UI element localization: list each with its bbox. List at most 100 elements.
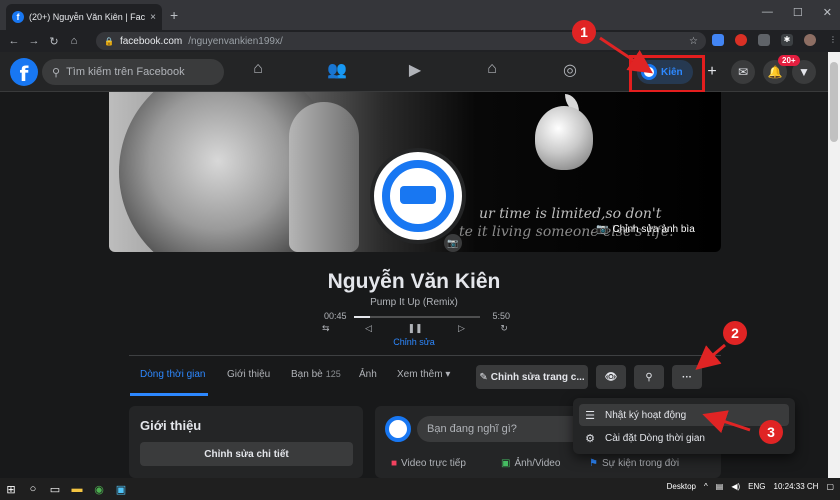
live-video-button[interactable]: ■ Video trực tiếp <box>391 458 466 469</box>
tab-timeline[interactable]: Dòng thời gian <box>140 369 206 380</box>
shuffle-icon[interactable]: ⇆ <box>322 323 330 334</box>
pause-icon[interactable]: ❚❚ <box>407 323 422 334</box>
page-scrollbar[interactable] <box>828 52 840 478</box>
close-tab-icon[interactable]: × <box>150 12 156 23</box>
tab-photos[interactable]: Ảnh <box>359 369 377 380</box>
tab-friends[interactable]: Bạn bè 125 <box>291 369 341 380</box>
facebook-search[interactable]: ⚲ <box>42 59 224 85</box>
marketplace-icon[interactable]: ⌂ <box>480 60 504 78</box>
volume-icon[interactable]: ◀) <box>731 482 740 491</box>
cover-hand <box>289 102 359 252</box>
messenger-icon[interactable]: ✉ <box>731 60 755 84</box>
back-arrow-icon[interactable]: ← <box>4 35 24 47</box>
annotation-number-3: 3 <box>759 420 783 444</box>
task-view-icon[interactable]: ▭ <box>44 483 66 496</box>
caret-down-icon: ▾ <box>445 369 451 380</box>
language-indicator[interactable]: ENG <box>748 482 765 491</box>
composer-avatar <box>385 416 411 442</box>
facebook-search-input[interactable] <box>66 66 207 78</box>
tab-more[interactable]: Xem thêm ▾ <box>397 369 450 380</box>
repeat-icon[interactable]: ↻ <box>500 323 508 334</box>
watch-icon[interactable]: ▶ <box>403 60 427 80</box>
url-host: facebook.com <box>119 35 183 47</box>
tray-overflow-icon[interactable]: ^ <box>704 482 708 491</box>
address-bar[interactable]: 🔒 facebook.com/nguyenvankien199x/ ☆ <box>96 32 706 50</box>
network-icon[interactable]: ▤ <box>716 482 724 491</box>
taskbar-app-icon[interactable]: ▣ <box>110 483 132 496</box>
extension-download-icon[interactable] <box>712 34 724 46</box>
clock[interactable]: 10:24:33 CH <box>774 482 819 491</box>
update-profile-picture-camera-icon[interactable]: 📷 <box>444 234 462 252</box>
facebook-logo[interactable]: f <box>10 58 38 86</box>
taskbar-search-icon[interactable]: ○ <box>22 483 44 495</box>
edit-details-button[interactable]: Chỉnh sửa chi tiết <box>140 442 353 466</box>
life-event-button[interactable]: ⚑ Sự kiện trong đời <box>589 458 679 469</box>
annotation-number-2: 2 <box>723 321 747 345</box>
browser-profile-avatar[interactable] <box>804 34 816 46</box>
system-tray: Desktop ^ ▤ ◀) ENG 10:24:33 CH ▢ <box>667 482 834 491</box>
edit-page-label: Chỉnh sửa trang c... <box>490 371 585 383</box>
reload-icon[interactable]: ↻ <box>44 35 64 48</box>
notification-center-icon[interactable]: ▢ <box>826 482 834 491</box>
extensions-puzzle-icon[interactable]: ✱ <box>781 34 793 46</box>
view-as-button[interactable]: 👁 <box>596 365 626 389</box>
forward-arrow-icon[interactable]: → <box>24 35 44 47</box>
profile-logo-shape <box>400 186 436 204</box>
url-path: /nguyenvankien199x/ <box>188 35 283 47</box>
browser-tab-title: (20+) Nguyễn Văn Kiên | Facebook <box>29 12 146 22</box>
annotation-number-1: 1 <box>572 20 596 44</box>
close-window-button[interactable]: ✕ <box>823 6 832 19</box>
windows-start-icon[interactable]: ⊞ <box>0 483 22 496</box>
browser-tab-facebook[interactable]: f (20+) Nguyễn Văn Kiên | Facebook × <box>6 4 162 30</box>
minimize-button[interactable]: — <box>762 6 773 19</box>
next-icon[interactable]: ▷ <box>458 323 465 334</box>
photo-video-button[interactable]: ▣ Ảnh/Video <box>501 458 560 469</box>
live-video-icon: ■ <box>391 458 398 469</box>
search-profile-button[interactable]: ⚲ <box>634 365 664 389</box>
profile-picture[interactable] <box>370 148 466 244</box>
camera-icon: 📷 <box>596 224 609 235</box>
music-time-current: 00:45 <box>324 311 347 321</box>
profile-song-title: Pump It Up (Remix) <box>370 297 458 308</box>
profile-picture-logo <box>382 160 454 232</box>
browser-toolbar: ← → ↻ ⌂ 🔒 facebook.com/nguyenvankien199x… <box>0 30 840 52</box>
edit-page-button[interactable]: ✎ Chỉnh sửa trang c... <box>476 365 588 389</box>
edit-music-link[interactable]: Chỉnh sửa <box>0 337 828 347</box>
new-tab-button[interactable]: + <box>170 7 178 23</box>
photo-icon: ▣ <box>501 458 511 469</box>
friends-icon[interactable]: 👥 <box>325 60 349 80</box>
chrome-taskbar-icon[interactable]: ◉ <box>88 483 110 496</box>
menu-item-activity-log[interactable]: ☰ Nhật ký hoạt động <box>579 404 789 426</box>
life-event-label: Sự kiện trong đời <box>601 458 680 469</box>
maximize-button[interactable]: ☐ <box>793 6 803 19</box>
file-explorer-icon[interactable]: ▬ <box>66 483 88 495</box>
music-progress-track[interactable] <box>354 316 480 318</box>
more-options-button[interactable]: ··· <box>672 365 702 389</box>
tab-about[interactable]: Giới thiệu <box>227 369 270 380</box>
live-video-label: Video trực tiếp <box>401 458 466 469</box>
browser-tab-strip: f (20+) Nguyễn Văn Kiên | Facebook × + —… <box>0 0 840 30</box>
annotation-highlight-box <box>629 55 705 93</box>
profile-name: Nguyễn Văn Kiên <box>327 270 501 293</box>
home-icon[interactable]: ⌂ <box>246 60 270 78</box>
edit-cover-button[interactable]: 📷 Chỉnh sửa ảnh bìa <box>596 224 695 235</box>
menu-item-timeline-settings[interactable]: ⚙ Cài đặt Dòng thời gian <box>579 427 789 449</box>
photo-video-label: Ảnh/Video <box>514 458 561 469</box>
extension-shield-icon[interactable] <box>758 34 770 46</box>
scrollbar-thumb[interactable] <box>830 62 838 142</box>
music-time-total: 5:50 <box>492 311 510 321</box>
browser-menu-icon[interactable]: ⋮ <box>827 34 839 46</box>
extension-icons: ✱ ⋮ <box>712 34 839 46</box>
desktop-label[interactable]: Desktop <box>667 482 696 491</box>
groups-icon[interactable]: ◎ <box>558 60 582 80</box>
bookmark-star-icon[interactable]: ☆ <box>689 36 698 47</box>
eye-icon: 👁 <box>604 371 618 383</box>
intro-card: Giới thiệu Chỉnh sửa chi tiết <box>129 406 363 478</box>
settings-gear-icon: ⚙ <box>585 432 595 445</box>
extension-red-icon[interactable] <box>735 34 747 46</box>
previous-icon[interactable]: ◁ <box>365 323 372 334</box>
list-icon: ☰ <box>585 409 595 422</box>
apple-logo <box>535 106 593 170</box>
timeline-settings-label: Cài đặt Dòng thời gian <box>605 432 705 444</box>
home-browser-icon[interactable]: ⌂ <box>64 35 84 47</box>
